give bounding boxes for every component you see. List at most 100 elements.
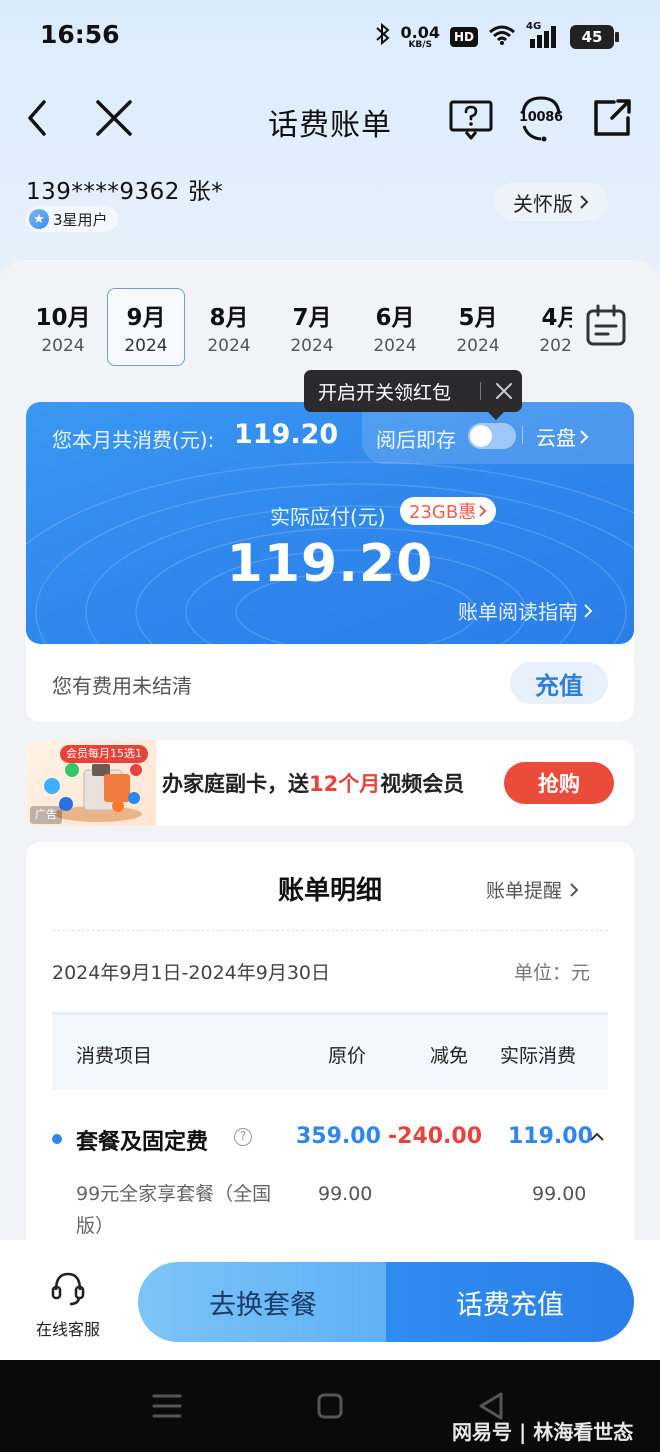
chevron-right-icon (580, 195, 589, 209)
row-item-name: 套餐及固定费 (76, 1130, 209, 1155)
tab-month[interactable]: 4月 2024 (522, 288, 572, 366)
month-tabs: 10月 2024 9月 2024 8月 2024 7月 2024 6月 2024 5月 2024 4月 2… (24, 288, 572, 370)
promo-banner[interactable]: 会员每月15选1 广告 办家庭副卡，送12个月视频会员 抢购 (26, 740, 634, 826)
sub-item-actual-spend: 99.00 (532, 1183, 587, 1205)
chevron-right-icon (570, 882, 579, 897)
hd-badge: HD (449, 27, 478, 47)
billing-period: 2024年9月1日-2024年9月30日 (52, 962, 331, 984)
red-packet-tooltip: 开启开关领红包 (304, 370, 522, 420)
tab-year-label: 2024 (373, 336, 417, 356)
sub-item-original-price: 99.00 (318, 1183, 373, 1205)
bill-detail-card: 账单明细 账单提醒 2024年9月1日-2024年9月30日 单位：元 消费项目… (26, 842, 634, 1262)
ad-promo-badge: 会员每月15选1 (60, 745, 148, 763)
toggle-knob (470, 425, 492, 447)
help-icon[interactable] (448, 96, 494, 140)
watermark: 网易号 | 林海看世态 (452, 1420, 634, 1444)
menu-icon[interactable] (150, 1392, 184, 1420)
buy-now-button[interactable]: 抢购 (504, 762, 614, 804)
row-discount: -240.00 (388, 1124, 483, 1149)
status-bar: 16:56 0.04 KB/S HD 4G 45 (0, 0, 660, 72)
top-up-button[interactable]: 话费充值 (386, 1262, 634, 1342)
cloud-disk-label: 云盘 (536, 426, 576, 450)
actual-payable-label: 实际应付(元) (270, 505, 386, 529)
user-level-label: 3星用户 (53, 210, 108, 229)
tooltip-divider (480, 382, 481, 400)
tab-month[interactable]: 5月 2024 (439, 288, 517, 366)
battery-icon: 45 (570, 25, 619, 49)
tab-month-label: 8月 (209, 305, 249, 331)
tab-month-label: 7月 (292, 305, 332, 331)
care-mode-label: 关怀版 (513, 191, 573, 216)
tab-year-label: 2024 (539, 336, 572, 356)
tab-month-label: 9月 (126, 305, 166, 331)
bill-guide-label: 账单阅读指南 (458, 600, 578, 624)
chevron-right-icon (584, 603, 593, 618)
row-actual-spend: 119.00 (508, 1124, 593, 1149)
tab-month-label: 4月 (541, 305, 572, 331)
tab-month-label: 6月 (375, 305, 415, 331)
help-icon[interactable]: ? (234, 1128, 252, 1146)
online-service-button[interactable]: 在线客服 (30, 1268, 106, 1339)
bill-reminder-label: 账单提醒 (486, 880, 563, 902)
ad-headline-highlight: 12个月 (309, 772, 381, 796)
tab-month[interactable]: 6月 2024 (356, 288, 434, 366)
bill-summary-card: 您本月共消费(元): 119.20 阅后即存 云盘 实际应付(元) 23GB惠 … (26, 402, 634, 722)
column-header-item: 消费项目 (76, 1045, 153, 1067)
ad-label: 广告 (30, 806, 62, 824)
system-navigation-bar: 网易号 | 林海看世态 (0, 1360, 660, 1452)
net-speed-unit: KB/S (408, 39, 433, 50)
actual-payable-value: 119.20 (226, 534, 434, 594)
hotline-10086-icon[interactable]: 10086 (516, 94, 566, 144)
bluetooth-icon (375, 22, 391, 52)
tooltip-text: 开启开关领红包 (318, 381, 452, 404)
headset-icon (48, 1268, 88, 1312)
net-speed: 0.04 KB/S (400, 22, 440, 50)
user-phone: 139****9362 张* (26, 179, 224, 205)
bill-summary-header: 您本月共消费(元): 119.20 阅后即存 云盘 实际应付(元) 23GB惠 … (26, 402, 634, 644)
tab-month[interactable]: 10月 2024 (24, 288, 102, 366)
sub-item-name: 99元全家享套餐（全国版） (76, 1183, 272, 1237)
calendar-icon[interactable] (582, 302, 630, 350)
nav-bar: 话费账单 10086 (0, 82, 660, 154)
cellular-signal-icon: 4G (526, 21, 560, 49)
row-bullet (52, 1134, 62, 1144)
tab-month[interactable]: 8月 2024 (190, 288, 268, 366)
video-apps-illustration: 会员每月15选1 广告 (26, 740, 156, 826)
tab-year-label: 2024 (207, 336, 251, 356)
tooltip-close-icon[interactable] (492, 379, 516, 403)
bill-reminder-link[interactable]: 账单提醒 (486, 876, 580, 903)
cloud-disk-link[interactable]: 云盘 (522, 422, 590, 451)
table-row[interactable]: 套餐及固定费 ? 359.00 -240.00 119.00 (52, 1122, 608, 1156)
network-type: 4G (526, 21, 542, 32)
table-header: 消费项目 原价 减免 实际消费 (52, 1012, 608, 1090)
hotline-number: 10086 (519, 110, 563, 125)
tab-month-label: 5月 (458, 305, 498, 331)
status-icons: 0.04 KB/S HD 4G 45 (375, 21, 619, 52)
change-plan-button[interactable]: 去换套餐 (138, 1262, 388, 1342)
net-speed-value: 0.04 (400, 22, 440, 42)
chevron-up-icon[interactable] (588, 1128, 606, 1146)
divider (52, 930, 608, 931)
tab-month[interactable]: 9月 2024 (107, 288, 185, 366)
chevron-right-icon (479, 505, 487, 517)
recharge-button[interactable]: 充值 (510, 662, 608, 704)
tab-year-label: 2024 (456, 336, 500, 356)
bottom-action-bar: 在线客服 去换套餐 话费充值 (0, 1240, 660, 1360)
read-save-toggle[interactable] (468, 423, 516, 449)
data-promo-badge[interactable]: 23GB惠 (400, 497, 497, 525)
tab-year-label: 2024 (124, 336, 168, 356)
currency-unit: 单位：元 (514, 962, 591, 984)
tab-month-label: 10月 (35, 305, 91, 331)
home-icon[interactable] (316, 1392, 344, 1420)
data-promo-label: 23GB惠 (409, 502, 477, 523)
star-icon: ★ (29, 209, 49, 229)
tab-year-label: 2024 (41, 336, 85, 356)
chevron-right-icon (580, 429, 589, 444)
care-mode-button[interactable]: 关怀版 (494, 183, 608, 221)
row-original-price: 359.00 (296, 1124, 381, 1149)
tab-month[interactable]: 7月 2024 (273, 288, 351, 366)
bill-guide-link[interactable]: 账单阅读指南 (458, 596, 594, 625)
status-time: 16:56 (40, 20, 120, 49)
share-icon[interactable] (590, 96, 634, 140)
ad-headline-part: 办家庭副卡，送 (162, 772, 309, 796)
